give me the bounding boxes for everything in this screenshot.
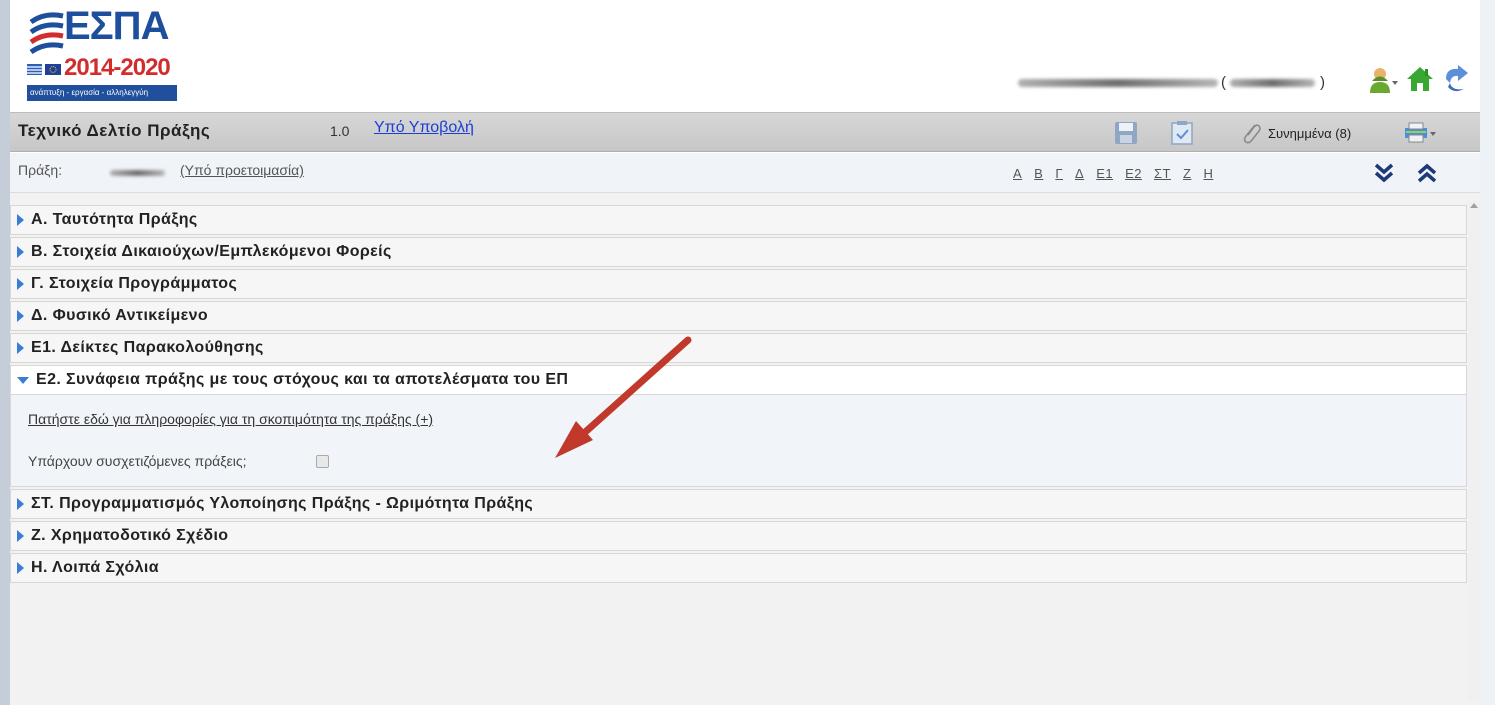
- purpose-info-link[interactable]: Πατήστε εδώ για πληροφορίες για τη σκοπι…: [28, 411, 433, 427]
- home-icon[interactable]: [1404, 63, 1436, 95]
- section-g: Γ. Στοιχεία Προγράμματος: [10, 269, 1467, 299]
- collapse-all-icon[interactable]: [1415, 161, 1439, 185]
- section-e2-header[interactable]: Ε2. Συνάφεια πράξης με τους στόχους και …: [11, 366, 1466, 394]
- flags-icon: [27, 64, 61, 75]
- espa-swoosh-icon: [29, 12, 64, 55]
- jump-link-st[interactable]: ΣΤ: [1154, 166, 1171, 181]
- section-e2: Ε2. Συνάφεια πράξης με τους στόχους και …: [10, 365, 1467, 487]
- section-g-header[interactable]: Γ. Στοιχεία Προγράμματος: [11, 270, 1466, 298]
- jump-link-e1[interactable]: Ε1: [1096, 166, 1113, 181]
- section-e1-header[interactable]: Ε1. Δείκτες Παρακολούθησης: [11, 334, 1466, 362]
- section-st-header[interactable]: ΣΤ. Προγραμματισμός Υλοποίησης Πράξης - …: [11, 490, 1466, 518]
- user-paren-close: ): [1320, 74, 1325, 91]
- espa-logo[interactable]: ΕΣΠΑ 2014-2020 ανάπτυξη - εργασία - αλλη…: [27, 4, 192, 106]
- validate-icon[interactable]: [1168, 119, 1196, 147]
- jump-link-g[interactable]: Γ: [1055, 166, 1063, 181]
- expand-arrow-icon: [17, 278, 24, 290]
- expand-all-icon[interactable]: [1372, 161, 1396, 185]
- project-status-link[interactable]: (Υπό προετοιμασία): [180, 162, 304, 178]
- expand-arrow-icon: [17, 562, 24, 574]
- attachments-button[interactable]: Συνημμένα (8): [1240, 121, 1351, 145]
- user-paren-open: (: [1221, 74, 1226, 91]
- user-menu-icon[interactable]: [1367, 63, 1399, 95]
- section-title: Β. Στοιχεία Δικαιούχων/Εμπλεκόμενοι Φορε…: [31, 243, 392, 260]
- save-icon[interactable]: [1112, 119, 1140, 147]
- sections-accordion: Α. Ταυτότητα Πράξης Β. Στοιχεία Δικαιούχ…: [10, 205, 1467, 585]
- section-title: ΣΤ. Προγραμματισμός Υλοποίησης Πράξης - …: [31, 495, 534, 512]
- project-label: Πράξη:: [18, 162, 63, 178]
- content-area: Α. Ταυτότητα Πράξης Β. Στοιχεία Δικαιούχ…: [10, 193, 1480, 705]
- expand-arrow-icon: [17, 530, 24, 542]
- collapse-arrow-icon: [17, 376, 29, 384]
- page-title: Τεχνικό Δελτίο Πράξης: [18, 121, 211, 140]
- project-bar: Πράξη: (Υπό προετοιμασία) Α Β Γ Δ Ε1 Ε2 …: [10, 153, 1480, 193]
- jump-link-e2[interactable]: Ε2: [1125, 166, 1142, 181]
- logo-years: 2014-2020: [64, 54, 171, 81]
- scroll-up-arrow-icon[interactable]: [1470, 203, 1478, 208]
- section-d-header[interactable]: Δ. Φυσικό Αντικείμενο: [11, 302, 1466, 330]
- section-title: Ε1. Δείκτες Παρακολούθησης: [31, 339, 264, 356]
- section-title: Γ. Στοιχεία Προγράμματος: [31, 275, 238, 292]
- title-bar: Τεχνικό Δελτίο Πράξης 1.0 Υπό Υποβολή Συ…: [10, 112, 1480, 152]
- status-link[interactable]: Υπό Υποβολή: [374, 119, 474, 137]
- section-a: Α. Ταυτότητα Πράξης: [10, 205, 1467, 235]
- jump-link-h[interactable]: Η: [1203, 166, 1213, 181]
- related-projects-checkbox[interactable]: [316, 455, 329, 468]
- header: ΕΣΠΑ 2014-2020 ανάπτυξη - εργασία - αλλη…: [10, 0, 1480, 110]
- logout-icon[interactable]: [1440, 63, 1472, 95]
- expand-arrow-icon: [17, 246, 24, 258]
- section-b: Β. Στοιχεία Δικαιούχων/Εμπλεκόμενοι Φορε…: [10, 237, 1467, 267]
- left-border: [0, 0, 10, 705]
- section-z-header[interactable]: Ζ. Χρηματοδοτικό Σχέδιο: [11, 522, 1466, 550]
- user-name-redacted: [1018, 79, 1218, 87]
- jump-link-b[interactable]: Β: [1034, 166, 1043, 181]
- section-title: Ε2. Συνάφεια πράξης με τους στόχους και …: [36, 371, 569, 388]
- section-title: Ζ. Χρηματοδοτικό Σχέδιο: [31, 527, 229, 544]
- section-a-header[interactable]: Α. Ταυτότητα Πράξης: [11, 206, 1466, 234]
- section-title: Η. Λοιπά Σχόλια: [31, 559, 160, 576]
- print-icon[interactable]: [1402, 119, 1438, 147]
- jump-link-d[interactable]: Δ: [1075, 166, 1084, 181]
- section-e1: Ε1. Δείκτες Παρακολούθησης: [10, 333, 1467, 363]
- vertical-scrollbar[interactable]: [1468, 201, 1480, 701]
- expand-arrow-icon: [17, 342, 24, 354]
- jump-link-a[interactable]: Α: [1013, 166, 1022, 181]
- related-projects-label: Υπάρχουν συσχετιζόμενες πράξεις;: [28, 453, 247, 469]
- logo-word: ΕΣΠΑ: [64, 4, 169, 48]
- section-h: Η. Λοιπά Σχόλια: [10, 553, 1467, 583]
- user-info: ( ): [1018, 73, 1358, 93]
- logo-slogan: ανάπτυξη - εργασία - αλληλεγγύη: [27, 85, 177, 101]
- page: ΕΣΠΑ 2014-2020 ανάπτυξη - εργασία - αλλη…: [10, 0, 1480, 705]
- user-id-redacted: [1230, 79, 1315, 87]
- expand-arrow-icon: [17, 310, 24, 322]
- section-title: Α. Ταυτότητα Πράξης: [31, 211, 198, 228]
- section-h-header[interactable]: Η. Λοιπά Σχόλια: [11, 554, 1466, 582]
- section-d: Δ. Φυσικό Αντικείμενο: [10, 301, 1467, 331]
- paperclip-icon: [1243, 124, 1261, 144]
- version-label: 1.0: [330, 123, 350, 139]
- section-e2-body: Πατήστε εδώ για πληροφορίες για τη σκοπι…: [11, 394, 1466, 486]
- jump-link-z[interactable]: Ζ: [1183, 166, 1191, 181]
- expand-arrow-icon: [17, 498, 24, 510]
- expand-arrow-icon: [17, 214, 24, 226]
- section-b-header[interactable]: Β. Στοιχεία Δικαιούχων/Εμπλεκόμενοι Φορε…: [11, 238, 1466, 266]
- attachments-label: Συνημμένα (8): [1268, 125, 1352, 141]
- section-z: Ζ. Χρηματοδοτικό Σχέδιο: [10, 521, 1467, 551]
- section-st: ΣΤ. Προγραμματισμός Υλοποίησης Πράξης - …: [10, 489, 1467, 519]
- project-code-redacted: [110, 170, 165, 176]
- right-border: [1480, 0, 1495, 705]
- section-title: Δ. Φυσικό Αντικείμενο: [31, 307, 209, 324]
- section-jump-links: Α Β Γ Δ Ε1 Ε2 ΣΤ Ζ Η: [1013, 166, 1213, 181]
